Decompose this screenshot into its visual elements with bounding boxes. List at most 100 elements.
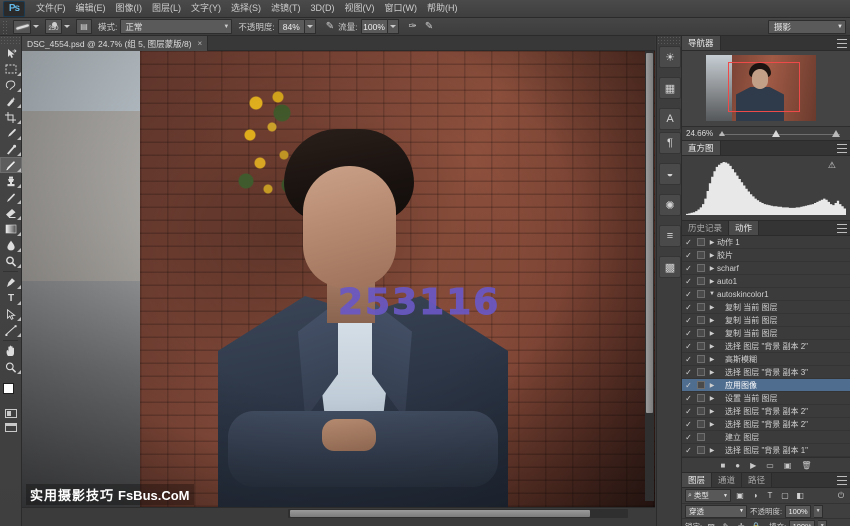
menu-item-view[interactable]: 视图(V) [340, 0, 380, 17]
action-row[interactable]: ✓▶复制 当前 图层 [682, 314, 850, 327]
workspace-switcher[interactable]: 摄影 ▼ [768, 20, 846, 34]
type-filter-icon[interactable]: T [764, 489, 776, 502]
action-twirl-icon[interactable]: ▶ [707, 330, 717, 337]
panel-menu-icon[interactable] [837, 476, 847, 485]
canvas-vertical-scrollbar[interactable] [645, 51, 654, 501]
adjustment-filter-icon[interactable]: ◑ [749, 489, 761, 502]
path-selection-tool[interactable] [0, 306, 22, 322]
opacity-stepper[interactable] [305, 19, 316, 34]
new-folder-icon[interactable]: ▭ [766, 461, 774, 470]
action-toggle-icon[interactable]: ✓ [682, 355, 695, 364]
image-filter-icon[interactable]: ▣ [734, 489, 746, 502]
action-toggle-icon[interactable]: ✓ [682, 264, 695, 273]
action-toggle-icon[interactable]: ✓ [682, 368, 695, 377]
brush-panel-icon[interactable]: ≡ [659, 225, 681, 247]
paragraph-panel-icon[interactable]: ¶ [659, 132, 681, 154]
action-toggle-icon[interactable]: ✓ [682, 446, 695, 455]
smart-filter-icon[interactable]: ◧ [794, 489, 806, 502]
shape-tool[interactable] [0, 322, 22, 338]
tab-navigator[interactable]: 导航器 [682, 36, 721, 50]
navigator-zoom-slider[interactable] [719, 130, 840, 138]
action-toggle-icon[interactable]: ✓ [682, 407, 695, 416]
blend-mode-select[interactable]: 正常 ▼ [120, 19, 232, 34]
toggle-brush-panel-button[interactable]: ▤ [76, 19, 92, 34]
type-tool[interactable]: T [0, 290, 22, 306]
flow-control[interactable]: 流量: 100% [338, 19, 398, 34]
layer-blend-mode-select[interactable]: 穿透 ▼ [685, 505, 747, 518]
options-bar-grip[interactable] [2, 20, 9, 34]
layer-opacity-stepper[interactable]: ▼ [814, 505, 823, 518]
panel-menu-icon[interactable] [837, 144, 847, 153]
action-toggle-icon[interactable]: ✓ [682, 381, 695, 390]
action-row[interactable]: ✓▶动作 1 [682, 236, 850, 249]
layer-fill-input[interactable]: 100% [789, 520, 815, 526]
hand-tool[interactable] [0, 343, 22, 359]
action-row[interactable]: ✓▼autoskincolor1 [682, 288, 850, 301]
clone-stamp-tool[interactable] [0, 173, 22, 189]
action-toggle-icon[interactable]: ✓ [682, 394, 695, 403]
tab-actions[interactable]: 动作 [729, 221, 759, 235]
action-twirl-icon[interactable]: ▶ [707, 239, 717, 246]
action-row[interactable]: ✓▶auto1 [682, 275, 850, 288]
action-twirl-icon[interactable]: ▶ [707, 317, 717, 324]
shape-filter-icon[interactable]: ▢ [779, 489, 791, 502]
lock-position-icon[interactable]: ✛ [735, 520, 747, 526]
menu-item-3d[interactable]: 3D(D) [306, 0, 340, 17]
tab-history[interactable]: 历史记录 [682, 221, 729, 235]
character-panel-icon[interactable]: A [659, 108, 681, 130]
menu-item-layer[interactable]: 图层(L) [147, 0, 186, 17]
color-swatches[interactable] [0, 382, 22, 406]
action-dialog-toggle-icon[interactable] [695, 277, 707, 285]
lock-pixels-icon[interactable]: ✎ [720, 520, 732, 526]
scrollbar-thumb[interactable] [646, 53, 653, 413]
document-tab[interactable]: DSC_4554.psd @ 24.7% (组 5, 图层蒙版/8) × [22, 36, 208, 51]
action-toggle-icon[interactable]: ✓ [682, 420, 695, 429]
action-dialog-toggle-icon[interactable] [695, 264, 707, 272]
menu-item-filter[interactable]: 滤镜(T) [266, 0, 306, 17]
canvas-area[interactable]: 253116 poco摄影专题 http://photo.poco.cn/ 实用… [22, 51, 655, 507]
menu-item-select[interactable]: 选择(S) [226, 0, 266, 17]
opacity-input[interactable]: 84% [278, 19, 305, 34]
action-dialog-toggle-icon[interactable] [695, 446, 707, 454]
action-twirl-icon[interactable]: ▶ [707, 356, 717, 363]
tab-paths[interactable]: 路径 [742, 473, 772, 487]
action-twirl-icon[interactable]: ▶ [707, 343, 717, 350]
brush-presets-panel-icon[interactable]: ✺ [659, 194, 681, 216]
action-dialog-toggle-icon[interactable] [695, 251, 707, 259]
menu-item-type[interactable]: 文字(Y) [186, 0, 226, 17]
tools-panel-grip[interactable] [0, 36, 21, 45]
action-toggle-icon[interactable]: ✓ [682, 303, 695, 312]
action-twirl-icon[interactable]: ▶ [707, 252, 717, 259]
action-row[interactable]: ✓▶选择 图层 "背景 副本 2" [682, 418, 850, 431]
action-row[interactable]: ✓▶高斯模糊 [682, 353, 850, 366]
eyedropper-tool[interactable] [0, 125, 22, 141]
tab-channels[interactable]: 通道 [712, 473, 742, 487]
screen-mode-toggle-icon[interactable] [0, 420, 22, 434]
stop-icon[interactable]: ■ [720, 461, 725, 470]
action-row[interactable]: ✓▶选择 图层 "背景 副本 2" [682, 405, 850, 418]
action-dialog-toggle-icon[interactable] [695, 381, 707, 389]
action-toggle-icon[interactable]: ✓ [682, 342, 695, 351]
action-toggle-icon[interactable]: ✓ [682, 251, 695, 260]
foreground-color-swatch[interactable] [3, 383, 14, 394]
action-dialog-toggle-icon[interactable] [695, 433, 707, 441]
close-icon[interactable]: × [198, 39, 203, 48]
lock-transparency-icon[interactable]: ▨ [705, 520, 717, 526]
record-icon[interactable]: ● [735, 461, 740, 470]
scrollbar-thumb[interactable] [290, 510, 590, 517]
action-row[interactable]: ✓▶设置 当前 图层 [682, 392, 850, 405]
action-row[interactable]: ✓▶选择 图层 "背景 副本 3" [682, 366, 850, 379]
action-dialog-toggle-icon[interactable] [695, 290, 707, 298]
action-toggle-icon[interactable]: ✓ [682, 238, 695, 247]
panel-menu-icon[interactable] [837, 39, 847, 48]
zoom-tool[interactable] [0, 359, 22, 375]
zoom-slider-knob[interactable] [772, 130, 780, 137]
action-twirl-icon[interactable]: ▶ [707, 382, 717, 389]
marquee-tool[interactable] [0, 61, 22, 77]
action-dialog-toggle-icon[interactable] [695, 394, 707, 402]
brush-size-control[interactable]: 250 [45, 19, 70, 34]
action-row[interactable]: ✓▶复制 当前 图层 [682, 301, 850, 314]
tab-histogram[interactable]: 直方图 [682, 141, 721, 155]
actions-list[interactable]: ✓▶动作 1✓▶胶片✓▶scharf✓▶auto1✓▼autoskincolor… [682, 236, 850, 457]
action-twirl-icon[interactable]: ▶ [707, 369, 717, 376]
